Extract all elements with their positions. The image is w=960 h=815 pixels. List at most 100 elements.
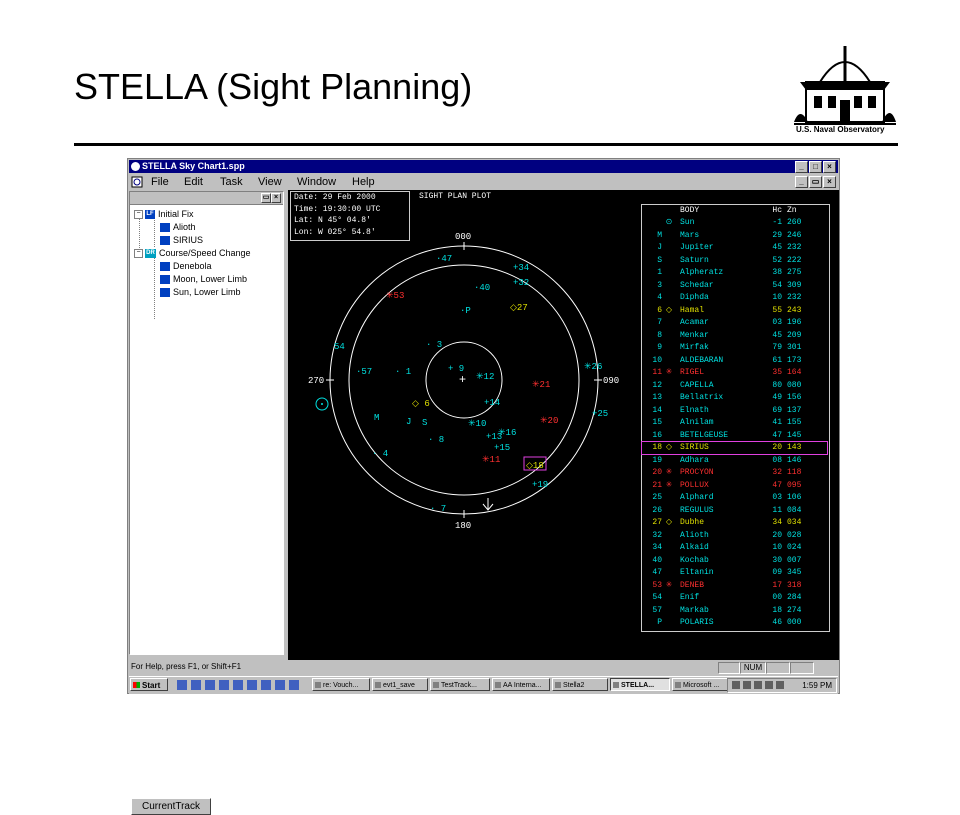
- plot-marker[interactable]: ◇27: [510, 303, 528, 313]
- window-titlebar[interactable]: STELLA Sky Chart1.spp _ □ ×: [129, 160, 838, 173]
- body-row[interactable]: 57 Markab 18 274: [642, 605, 827, 617]
- body-row[interactable]: 14 Elnath 69 137: [642, 405, 827, 417]
- plot-marker[interactable]: S: [422, 418, 427, 428]
- body-row[interactable]: 15 Alnilam 41 155: [642, 417, 827, 429]
- tab-current-track[interactable]: CurrentTrack: [131, 798, 211, 815]
- body-row[interactable]: 12 CAPELLA 80 080: [642, 380, 827, 392]
- body-row[interactable]: 26 REGULUS 11 084: [642, 505, 827, 517]
- plot-marker[interactable]: · 8: [428, 435, 444, 445]
- tree-node-denebola[interactable]: Denebola: [160, 260, 212, 272]
- quicklaunch-icon[interactable]: [205, 680, 215, 690]
- body-row[interactable]: S Saturn 52 222: [642, 255, 827, 267]
- quicklaunch-icon[interactable]: [233, 680, 243, 690]
- body-row[interactable]: 21 ✳ POLLUX 47 095: [642, 480, 827, 492]
- body-row[interactable]: 27 ◇ Dubhe 34 034: [642, 517, 827, 529]
- body-row[interactable]: 19 Adhara 08 146: [642, 455, 827, 467]
- tree-panel-restore-button[interactable]: ▭: [261, 193, 271, 203]
- plot-marker[interactable]: ✳12: [476, 372, 494, 382]
- taskbar-button[interactable]: TestTrack...: [430, 678, 490, 691]
- plot-marker[interactable]: ·47: [436, 254, 452, 264]
- body-row[interactable]: 7 Acamar 03 196: [642, 317, 827, 329]
- plot-marker[interactable]: + 9: [448, 364, 464, 374]
- body-row[interactable]: 32 Alioth 20 028: [642, 530, 827, 542]
- body-row[interactable]: 34 Alkaid 10 024: [642, 542, 827, 554]
- menu-help[interactable]: Help: [352, 174, 375, 190]
- body-row[interactable]: 16 BETELGEUSE 47 145: [642, 430, 827, 442]
- plot-marker[interactable]: ✳21: [532, 380, 550, 390]
- plot-marker[interactable]: ·P: [460, 306, 471, 316]
- taskbar-button[interactable]: re: Vouch...: [312, 678, 370, 691]
- body-row[interactable]: 54 Enif 00 284: [642, 592, 827, 604]
- body-row[interactable]: 9 Mirfak 79 301: [642, 342, 827, 354]
- tray-icon[interactable]: [754, 681, 762, 689]
- tree-node-alioth[interactable]: Alioth: [160, 221, 196, 233]
- plot-marker[interactable]: · 1: [395, 367, 411, 377]
- child-minimize-button[interactable]: _: [795, 176, 808, 188]
- body-row[interactable]: 47 Eltanin 09 345: [642, 567, 827, 579]
- quicklaunch-icon[interactable]: [219, 680, 229, 690]
- plot-marker[interactable]: ✳16: [498, 428, 516, 438]
- plot-marker[interactable]: ✳11: [482, 455, 500, 465]
- speaker-icon[interactable]: [776, 681, 784, 689]
- plot-marker[interactable]: M: [374, 413, 379, 423]
- menu-view[interactable]: View: [258, 174, 282, 190]
- tree-node-sun-lower-limb[interactable]: Sun, Lower Limb: [160, 286, 241, 298]
- plot-marker[interactable]: +19: [532, 480, 548, 490]
- body-row[interactable]: J Jupiter 45 232: [642, 242, 827, 254]
- body-row[interactable]: P POLARIS 46 000: [642, 617, 827, 629]
- taskbar-button[interactable]: Stella2: [552, 678, 608, 691]
- body-row[interactable]: M Mars 29 246: [642, 230, 827, 242]
- plot-marker[interactable]: ✳26: [584, 362, 602, 372]
- tray-icon[interactable]: [743, 681, 751, 689]
- tray-icon[interactable]: [732, 681, 740, 689]
- quicklaunch-icon[interactable]: [275, 680, 285, 690]
- body-row[interactable]: 4 Diphda 10 232: [642, 292, 827, 304]
- tree-node-course-speed-change[interactable]: − DR Course/Speed Change: [134, 247, 251, 259]
- plot-marker[interactable]: +14: [484, 398, 500, 408]
- body-row[interactable]: 6 ◇ Hamal 55 243: [642, 305, 827, 317]
- taskbar-button[interactable]: evt1_save: [372, 678, 428, 691]
- quicklaunch-icon[interactable]: [289, 680, 299, 690]
- sky-plot-svg[interactable]: 000 090 180 270 + ·47 +34 +32 ·40 ·P ◇27 ✳53 54…: [288, 190, 640, 660]
- tree-node-moon-lower-limb[interactable]: Moon, Lower Limb: [160, 273, 247, 285]
- plot-marker[interactable]: · 7: [430, 504, 446, 514]
- plot-marker[interactable]: · 4: [372, 449, 388, 459]
- menu-task[interactable]: Task: [220, 174, 243, 190]
- plot-marker[interactable]: ·40: [474, 283, 490, 293]
- document-icon[interactable]: [131, 176, 143, 188]
- quicklaunch-icon[interactable]: [247, 680, 257, 690]
- collapse-toggle-icon[interactable]: −: [134, 249, 143, 259]
- taskbar-button-active[interactable]: STELLA...: [610, 678, 670, 691]
- body-row[interactable]: 3 Schedar 54 309: [642, 280, 827, 292]
- plot-marker[interactable]: +34: [513, 263, 529, 273]
- body-row[interactable]: ⊙ Sun -1 260: [642, 217, 827, 229]
- body-row[interactable]: 10 ALDEBARAN 61 173: [642, 355, 827, 367]
- close-button[interactable]: ×: [823, 161, 836, 173]
- child-close-button[interactable]: ×: [823, 176, 836, 188]
- body-row[interactable]: 20 ✳ PROCYON 32 118: [642, 467, 827, 479]
- menu-window[interactable]: Window: [297, 174, 336, 190]
- maximize-button[interactable]: □: [809, 161, 822, 173]
- body-row[interactable]: 11 ✳ RIGEL 35 164: [642, 367, 827, 379]
- menu-file[interactable]: File: [151, 174, 169, 190]
- plot-marker[interactable]: +25: [592, 409, 608, 419]
- quicklaunch-icon[interactable]: [177, 680, 187, 690]
- plot-marker[interactable]: ✳53: [386, 291, 404, 301]
- plot-marker[interactable]: · 3: [426, 340, 442, 350]
- plot-marker[interactable]: ✳20: [540, 416, 558, 426]
- plot-marker[interactable]: ·57: [356, 367, 372, 377]
- tray-icon[interactable]: [765, 681, 773, 689]
- body-row[interactable]: 1 Alpheratz 38 275: [642, 267, 827, 279]
- body-row[interactable]: 25 Alphard 03 106: [642, 492, 827, 504]
- plot-marker[interactable]: +32: [513, 278, 529, 288]
- plot-marker[interactable]: +15: [494, 443, 510, 453]
- minimize-button[interactable]: _: [795, 161, 808, 173]
- body-row-selected[interactable]: 18 ◇ SIRIUS 20 143: [641, 441, 828, 455]
- plot-marker[interactable]: J: [406, 417, 411, 427]
- quicklaunch-icon[interactable]: [191, 680, 201, 690]
- plot-marker[interactable]: ◇ 6: [412, 399, 430, 409]
- quicklaunch-icon[interactable]: [261, 680, 271, 690]
- body-row[interactable]: 8 Menkar 45 209: [642, 330, 827, 342]
- body-row[interactable]: 53 ✳ DENEB 17 318: [642, 580, 827, 592]
- plot-marker[interactable]: ✳10: [468, 419, 486, 429]
